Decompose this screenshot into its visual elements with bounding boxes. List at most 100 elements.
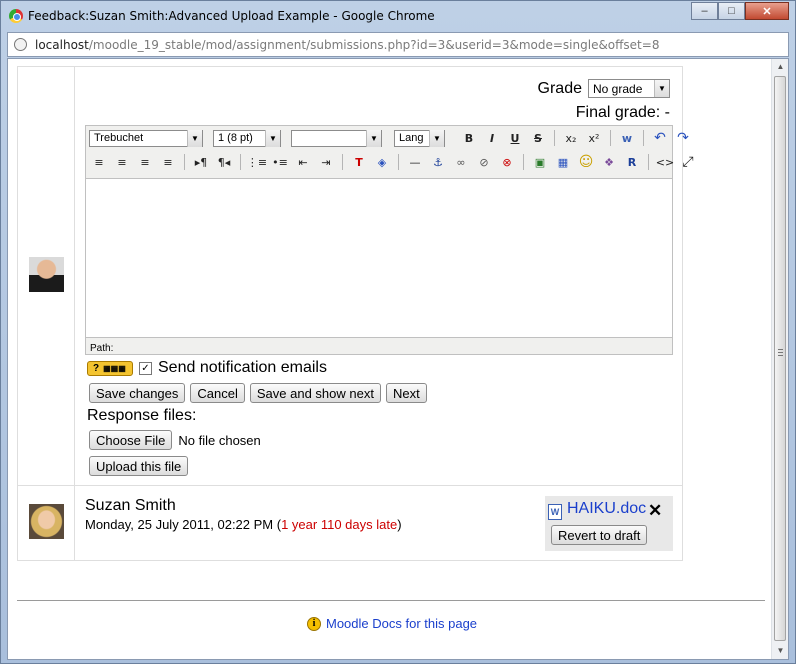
toolbar-separator [554,130,555,146]
special-char-button[interactable]: ❖ [599,153,619,171]
student-picture-cell [17,485,75,561]
toolbar-separator [648,154,649,170]
format-select[interactable]: ▼ [291,129,382,147]
horizontal-rule-button[interactable]: — [405,153,425,171]
lang-select[interactable]: Lang ▼ [394,129,445,147]
chevron-down-icon: ▼ [429,129,444,147]
underline-button[interactable]: U [505,129,525,147]
nolink-button[interactable]: ⊗ [497,153,517,171]
word-document-icon: W [548,504,562,520]
student-avatar [28,504,64,539]
insert-image-button[interactable]: ▣ [530,153,550,171]
toolbar-separator [610,130,611,146]
bold-button[interactable]: B [459,129,479,147]
final-grade: Final grade: - [575,104,670,121]
smiley-button[interactable]: ☺ [576,153,596,171]
window-controls: – □ ✕ [691,2,789,20]
submission-date: Monday, 25 July 2011, 02:22 PM (1 year 1… [85,517,402,532]
revert-to-draft-button[interactable]: Revert to draft [551,525,648,545]
vertical-scrollbar[interactable]: ▲ ▼ [771,59,788,659]
submission-cell: Suzan Smith Monday, 25 July 2011, 02:22 … [74,485,683,561]
late-badge: 1 year 110 days late [281,517,398,532]
chrome-icon [9,9,23,23]
font-family-select[interactable]: Trebuchet ▼ [89,129,203,147]
align-left-button[interactable]: ≡ [89,153,109,171]
editor-toolbar-1: Trebuchet ▼ 1 (8 pt) ▼ ▼ Lang ▼ B I U S … [89,129,693,147]
notification-row: ? ▦▦▦ ✓ Send notification emails [87,359,327,377]
bg-color-button[interactable]: ◈ [372,153,392,171]
moodle-docs-link[interactable]: Moodle Docs for this page [326,616,477,631]
strikethrough-button[interactable]: S [528,129,548,147]
info-icon: i [307,616,321,631]
save-changes-button[interactable]: Save changes [89,383,186,403]
justify-button[interactable]: ≡ [158,153,178,171]
keyboard-help-icon[interactable]: ? ▦▦▦ [87,360,133,376]
title-bar[interactable]: Feedback:Suzan Smith:Advanced Upload Exa… [1,1,795,31]
chevron-down-icon: ▼ [265,129,280,147]
scroll-up-arrow[interactable]: ▲ [775,61,786,73]
search-replace-button[interactable]: R [622,153,642,171]
align-right-button[interactable]: ≡ [135,153,155,171]
subscript-button[interactable]: x₂ [561,129,581,147]
student-name: Suzan Smith [85,497,176,514]
ltr-button[interactable]: ▸¶ [191,153,211,171]
link-button[interactable]: ∞ [451,153,471,171]
footer-docs: i Moodle Docs for this page [307,616,477,631]
help-label: ? [93,362,100,374]
url-text[interactable]: localhost/moodle_19_stable/mod/assignmen… [35,38,659,52]
submission-table: Grade No grade ▼ Final grade: - Trebuche… [17,66,694,561]
grader-picture-cell [17,66,75,486]
save-and-next-button[interactable]: Save and show next [249,383,381,403]
chevron-down-icon: ▼ [366,129,381,147]
rtl-button[interactable]: ¶◂ [214,153,234,171]
submission-date-end: ) [397,517,402,532]
toolbar-separator [523,154,524,170]
cancel-button[interactable]: Cancel [190,383,245,403]
html-editor: Trebuchet ▼ 1 (8 pt) ▼ ▼ Lang ▼ B I U S … [85,125,694,355]
delete-file-icon[interactable]: ✕ [648,501,662,521]
undo-button[interactable]: ↶ [650,129,670,147]
anchor-button[interactable]: ⚓ [428,153,448,171]
submitted-file-box: W HAIKU.doc ✕ Revert to draft [545,496,673,551]
next-button[interactable]: Next [385,383,427,403]
unordered-list-button[interactable]: •≡ [270,153,290,171]
toolbar-separator [240,154,241,170]
send-notification-checkbox[interactable]: ✓ [139,361,152,375]
editor-text-area[interactable] [86,178,672,338]
unlink-button[interactable]: ⊘ [474,153,494,171]
align-center-button[interactable]: ≡ [112,153,132,171]
italic-button[interactable]: I [482,129,502,147]
chevron-down-icon: ▼ [187,129,202,147]
grader-avatar [28,257,64,292]
lang-value: Lang [399,132,424,144]
address-bar[interactable]: localhost/moodle_19_stable/mod/assignmen… [7,32,789,57]
insert-table-button[interactable]: ▦ [553,153,573,171]
maximize-button[interactable]: □ [718,2,745,20]
toolbar-separator [342,154,343,170]
close-button[interactable]: ✕ [745,2,789,20]
scrollbar-thumb[interactable] [774,76,786,641]
html-source-button[interactable]: <> [655,153,675,171]
redo-button[interactable]: ↷ [673,129,693,147]
footer-divider [17,600,765,601]
scroll-down-arrow[interactable]: ▼ [775,645,786,657]
indent-button[interactable]: ⇥ [316,153,336,171]
fullscreen-button[interactable]: ⤢ [678,153,698,171]
text-color-button[interactable]: T [349,153,369,171]
chevron-down-icon: ▼ [654,80,669,97]
browser-window: Feedback:Suzan Smith:Advanced Upload Exa… [0,0,796,664]
grade-select-value: No grade [593,81,643,96]
scrollbar-grip [778,349,783,356]
minimize-button[interactable]: – [691,2,718,20]
font-size-value: 1 (8 pt) [218,132,253,144]
window-title: Feedback:Suzan Smith:Advanced Upload Exa… [28,9,435,23]
grade-select[interactable]: No grade ▼ [588,79,670,98]
clean-word-button[interactable]: w [617,129,637,147]
font-size-select[interactable]: 1 (8 pt) ▼ [213,129,281,147]
choose-file-button[interactable]: Choose File [89,430,173,450]
superscript-button[interactable]: x² [584,129,604,147]
upload-file-button[interactable]: Upload this file [89,456,189,476]
ordered-list-button[interactable]: ⋮≡ [247,153,267,171]
submitted-file-link[interactable]: HAIKU.doc [567,500,646,518]
outdent-button[interactable]: ⇤ [293,153,313,171]
